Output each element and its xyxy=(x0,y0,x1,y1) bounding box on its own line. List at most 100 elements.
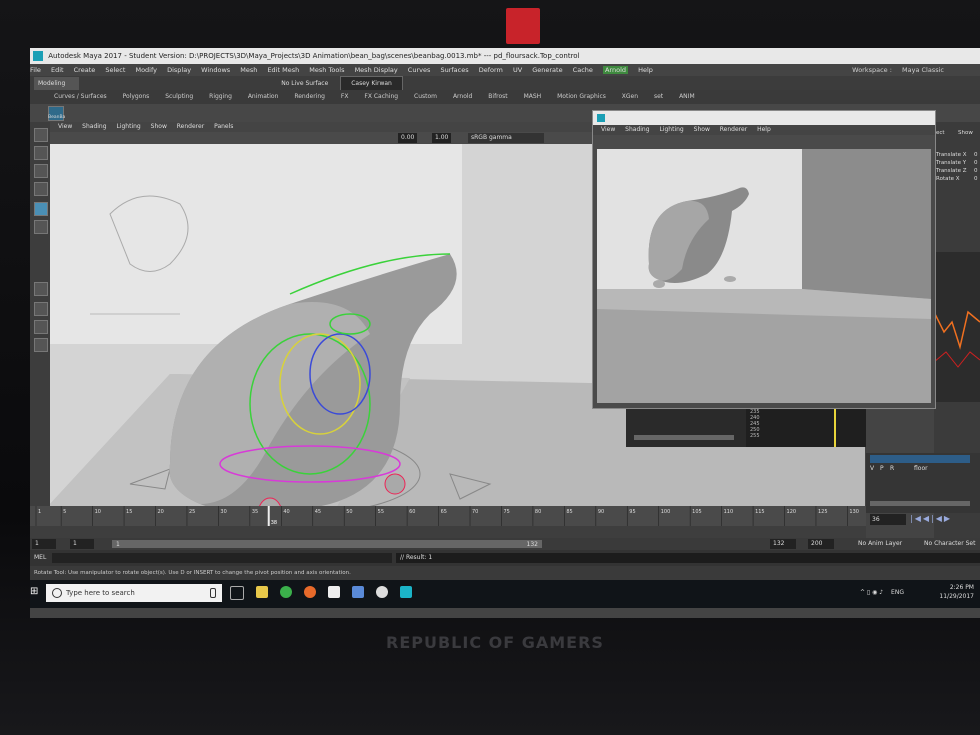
menu-uv[interactable]: UV xyxy=(513,66,522,74)
menu-edit[interactable]: Edit xyxy=(51,66,64,74)
near-clip-field[interactable]: 0.00 xyxy=(398,133,418,143)
lasso-tool-icon[interactable] xyxy=(34,146,48,160)
camera-viewport-window[interactable]: View Shading Lighting Show Renderer Help xyxy=(592,110,936,409)
vp2-menu-help[interactable]: Help xyxy=(757,126,771,133)
chrome-icon[interactable] xyxy=(280,586,292,598)
step-back-icon[interactable]: ◀ xyxy=(936,514,944,523)
taskbar-search-box[interactable]: Type here to search xyxy=(46,584,222,602)
outliner-item-floor[interactable]: floor xyxy=(914,465,928,472)
task-view-icon[interactable] xyxy=(230,586,244,600)
menu-file[interactable]: File xyxy=(30,66,41,74)
attr-translate-z[interactable]: Translate Z xyxy=(936,168,967,174)
character-set-dropdown[interactable]: No Character Set xyxy=(924,538,975,550)
attr-translate-y[interactable]: Translate Y xyxy=(936,160,966,166)
menu-mesh-tools[interactable]: Mesh Tools xyxy=(309,66,344,74)
menu-deform[interactable]: Deform xyxy=(479,66,503,74)
maya-taskbar-icon[interactable] xyxy=(400,586,412,598)
shelf-tab-mash[interactable]: MASH xyxy=(524,93,542,100)
move-tool-icon[interactable] xyxy=(34,182,48,196)
outliner-layout-icon[interactable] xyxy=(34,338,48,352)
vp-menu-renderer[interactable]: Renderer xyxy=(177,123,204,130)
shelf-tab-motion-graphics[interactable]: Motion Graphics xyxy=(557,93,606,100)
vp-menu-show[interactable]: Show xyxy=(151,123,167,130)
vp2-menu-view[interactable]: View xyxy=(601,126,615,133)
vp-menu-view[interactable]: View xyxy=(58,123,72,130)
vp-menu-lighting[interactable]: Lighting xyxy=(116,123,140,130)
outliner-flag-p[interactable]: P xyxy=(880,465,884,472)
attr-translate-z-value[interactable]: 0 xyxy=(974,168,978,174)
script-language-button[interactable]: MEL xyxy=(34,550,46,566)
select-tool-icon[interactable] xyxy=(34,128,48,142)
shelf-tab-rigging[interactable]: Rigging xyxy=(209,93,232,100)
play-icon[interactable]: ▶ xyxy=(944,514,952,523)
app-icon[interactable] xyxy=(376,586,388,598)
step-back-key-icon[interactable]: ◀| xyxy=(923,514,936,523)
shelf-tab-curves[interactable]: Curves / Surfaces xyxy=(54,93,107,100)
shelf-tab-sculpting[interactable]: Sculpting xyxy=(165,93,193,100)
vp2-menu-lighting[interactable]: Lighting xyxy=(659,126,683,133)
channel-box-tab-select[interactable]: ect xyxy=(936,130,945,136)
shelf-tab-fx-caching[interactable]: FX Caching xyxy=(364,93,398,100)
current-time-indicator[interactable] xyxy=(267,506,270,526)
menu-generate[interactable]: Generate xyxy=(532,66,562,74)
menu-set-dropdown[interactable]: Modeling xyxy=(34,77,80,91)
taskbar-clock[interactable]: 2:26 PM 11/29/2017 xyxy=(939,583,974,601)
windows-start-icon[interactable]: ⊞ xyxy=(30,586,42,598)
store-icon[interactable] xyxy=(328,586,340,598)
current-frame-field[interactable]: 36 xyxy=(870,514,906,525)
outliner-flag-v[interactable]: V xyxy=(870,465,874,472)
anim-start-field[interactable]: 1 xyxy=(70,539,94,549)
menu-create[interactable]: Create xyxy=(74,66,96,74)
vp2-menu-show[interactable]: Show xyxy=(694,126,710,133)
language-indicator[interactable]: ENG xyxy=(891,589,904,596)
max-end-field[interactable]: 200 xyxy=(808,539,834,549)
shelf-tab-arnold[interactable]: Arnold xyxy=(453,93,472,100)
outliner-flag-r[interactable]: R xyxy=(890,465,894,472)
single-view-layout-icon[interactable] xyxy=(34,282,48,296)
attr-rotate-x-value[interactable]: 0 xyxy=(974,176,978,182)
shelf-tab-fx[interactable]: FX xyxy=(341,93,349,100)
shelf-tab-set[interactable]: set xyxy=(654,93,663,100)
channel-box-tab-show[interactable]: Show xyxy=(958,130,973,136)
menu-arnold[interactable]: Arnold xyxy=(602,66,629,74)
menu-mesh[interactable]: Mesh xyxy=(240,66,257,74)
attr-translate-x-value[interactable]: 0 xyxy=(974,152,978,158)
paint-select-icon[interactable] xyxy=(34,164,48,178)
menu-windows[interactable]: Windows xyxy=(201,66,230,74)
time-slider[interactable]: 1 5 10 15 20 25 30 35 40 45 50 55 60 65 70 75 80 85 90 95 10… xyxy=(30,506,866,538)
menu-help[interactable]: Help xyxy=(638,66,653,74)
graph-editor-mini[interactable] xyxy=(933,252,980,402)
attr-translate-x[interactable]: Translate X xyxy=(936,152,967,158)
vp2-menu-shading[interactable]: Shading xyxy=(625,126,649,133)
four-view-layout-icon[interactable] xyxy=(34,302,48,316)
shelf-tab-bifrost[interactable]: Bifrost xyxy=(488,93,507,100)
file-explorer-icon[interactable] xyxy=(256,586,268,598)
vp2-menu-renderer[interactable]: Renderer xyxy=(720,126,747,133)
far-clip-field[interactable]: 1.00 xyxy=(432,133,452,143)
command-input[interactable] xyxy=(52,553,392,563)
outliner-selected-row[interactable] xyxy=(870,455,970,463)
firefox-icon[interactable] xyxy=(304,586,316,598)
anim-end-field[interactable]: 132 xyxy=(770,539,796,549)
shelf-tab-animation[interactable]: Animation xyxy=(248,93,279,100)
shelf-tab-anim[interactable]: ANIM xyxy=(679,93,695,100)
outliner-scrollbar[interactable] xyxy=(870,501,970,506)
mail-icon[interactable] xyxy=(352,586,364,598)
live-surface-field[interactable]: No Live Surface xyxy=(281,80,328,87)
vp-menu-panels[interactable]: Panels xyxy=(214,123,233,130)
shelf-tab-xgen[interactable]: XGen xyxy=(622,93,638,100)
menu-curves[interactable]: Curves xyxy=(408,66,431,74)
attr-rotate-x[interactable]: Rotate X xyxy=(936,176,960,182)
camera-window-titlebar[interactable] xyxy=(593,111,935,125)
menu-display[interactable]: Display xyxy=(167,66,191,74)
shelf-tab-custom[interactable]: Custom xyxy=(414,93,437,100)
graph-scrollbar[interactable] xyxy=(634,435,734,440)
menu-surfaces[interactable]: Surfaces xyxy=(440,66,468,74)
start-time-field[interactable]: 1 xyxy=(32,539,56,549)
menu-select[interactable]: Select xyxy=(105,66,125,74)
shelf-tab-polygons[interactable]: Polygons xyxy=(123,93,150,100)
menu-modify[interactable]: Modify xyxy=(135,66,157,74)
color-space-dropdown[interactable]: sRGB gamma xyxy=(468,133,544,143)
menu-mesh-display[interactable]: Mesh Display xyxy=(355,66,398,74)
attr-translate-y-value[interactable]: 0 xyxy=(974,160,978,166)
